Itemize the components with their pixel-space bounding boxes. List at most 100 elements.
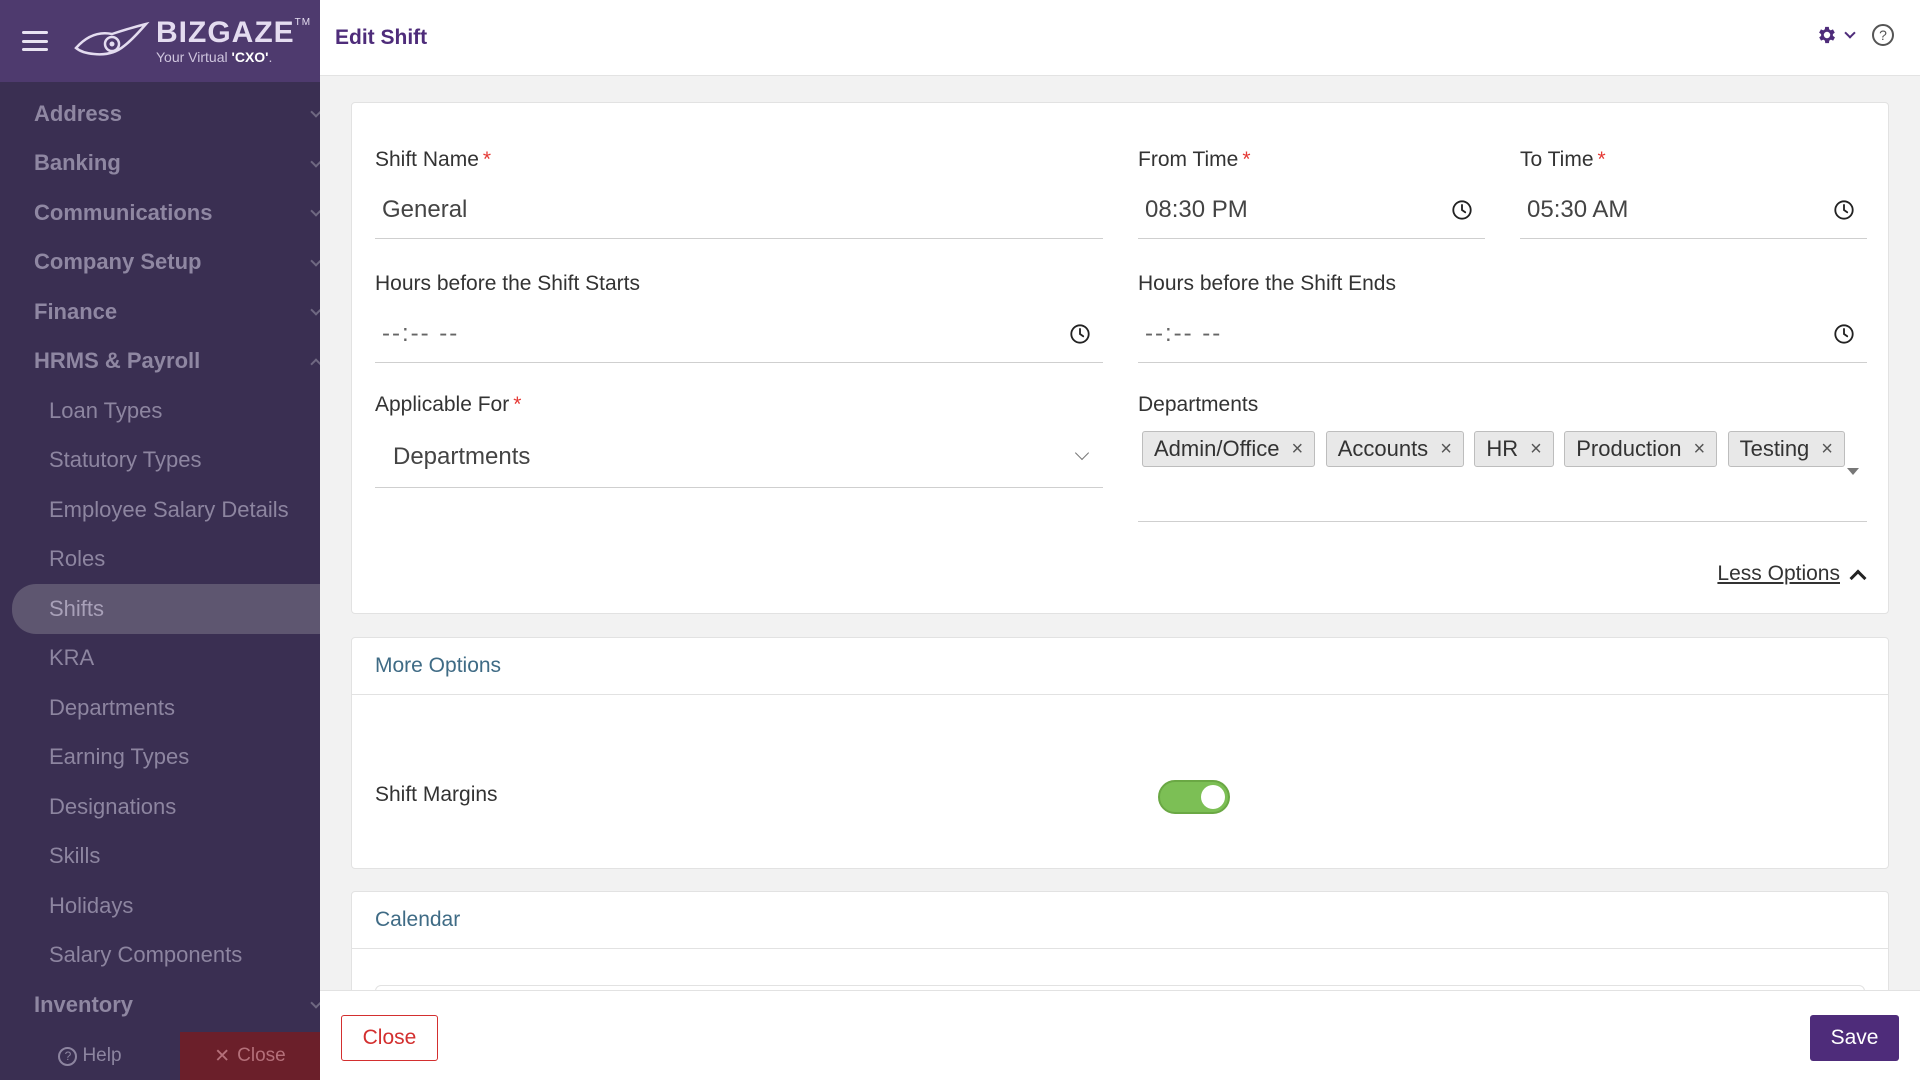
sidebar-item-earning-types[interactable]: Earning Types [0, 733, 320, 783]
clock-icon[interactable] [1833, 323, 1855, 345]
less-options-label: Less Options [1717, 562, 1840, 585]
applicable-for-select[interactable]: Departments [375, 426, 1103, 488]
tag-label: Accounts [1337, 436, 1429, 461]
from-time-input[interactable]: 08:30 PM [1138, 181, 1485, 239]
sidebar-item-holidays[interactable]: Holidays [0, 881, 320, 931]
question-icon[interactable]: ? [1872, 24, 1894, 46]
remove-tag-icon[interactable]: × [1821, 438, 1833, 461]
shift-margins-toggle[interactable] [1158, 780, 1230, 814]
tag-label: Testing [1739, 436, 1810, 461]
sidebar-item-address[interactable]: Address [0, 89, 320, 139]
hours-before-end-value: --:-- -- [1145, 319, 1223, 347]
sidebar-close-button[interactable]: ✕ Close [180, 1032, 320, 1080]
app-logo[interactable]: BIZGAZETM Your Virtual 'CXO'. [72, 18, 311, 64]
sidebar-item-label: Salary Components [49, 942, 243, 968]
sidebar-item-loan-types[interactable]: Loan Types [0, 386, 320, 436]
sidebar-item-label: Roles [49, 546, 106, 572]
sidebar-close-label: Close [237, 1045, 286, 1066]
hours-before-end-field: Hours before the Shift Ends --:-- -- [1138, 272, 1867, 364]
toggle-knob [1201, 785, 1225, 809]
save-button[interactable]: Save [1810, 1015, 1899, 1061]
sidebar-item-inventory[interactable]: Inventory [0, 980, 320, 1030]
to-time-input[interactable]: 05:30 AM [1520, 181, 1867, 239]
to-time-label: To Time [1520, 148, 1594, 171]
tag-label: HR [1486, 436, 1519, 461]
departments-multiselect[interactable]: Admin/Office × Accounts × HR × Production × … [1138, 426, 1867, 522]
tag-label: Admin/Office [1154, 436, 1280, 461]
shift-name-label: Shift Name [375, 148, 479, 171]
hours-before-start-input[interactable]: --:-- -- [375, 305, 1103, 363]
brand-name: BIZGAZE [156, 16, 295, 49]
sidebar-item-label: Departments [49, 694, 175, 720]
sidebar: BIZGAZETM Your Virtual 'CXO'. Address Ba… [0, 0, 320, 1080]
sidebar-item-label: Skills [49, 843, 101, 869]
sidebar-item-employee-salary-details[interactable]: Employee Salary Details [0, 485, 320, 535]
chevron-down-icon [1074, 445, 1090, 461]
applicable-for-field: Applicable For * Departments [375, 393, 1103, 489]
chevron-down-icon [310, 106, 320, 118]
sidebar-item-banking[interactable]: Banking [0, 139, 320, 189]
sidebar-item-departments[interactable]: Departments [0, 683, 320, 733]
remove-tag-icon[interactable]: × [1440, 438, 1452, 461]
applicable-for-label: Applicable For [375, 393, 510, 416]
shift-name-value: General [382, 195, 468, 223]
remove-tag-icon[interactable]: × [1530, 438, 1542, 461]
hamburger-icon[interactable] [22, 31, 48, 51]
to-time-value: 05:30 AM [1527, 195, 1629, 223]
from-time-field: From Time * 08:30 PM [1138, 148, 1485, 240]
close-button[interactable]: Close [341, 1015, 438, 1061]
tag-label: Production [1576, 436, 1682, 461]
logo-text: BIZGAZETM Your Virtual 'CXO'. [156, 16, 311, 65]
sidebar-item-designations[interactable]: Designations [0, 782, 320, 832]
chevron-down-icon[interactable] [1844, 27, 1856, 39]
gear-icon[interactable] [1816, 24, 1838, 46]
sidebar-item-communications[interactable]: Communications [0, 188, 320, 238]
chevron-down-icon [310, 304, 320, 316]
clock-icon[interactable] [1451, 199, 1473, 221]
hours-before-start-value: --:-- -- [382, 319, 460, 347]
tagline-highlight: 'CXO' [231, 49, 269, 65]
hours-before-start-label: Hours before the Shift Starts [375, 272, 640, 295]
sidebar-item-company-setup[interactable]: Company Setup [0, 238, 320, 288]
chevron-down-icon [310, 254, 320, 267]
sidebar-item-shifts[interactable]: Shifts [12, 584, 320, 634]
from-time-value: 08:30 PM [1145, 195, 1248, 223]
sidebar-item-label: HRMS & Payroll [34, 348, 201, 374]
chevron-up-icon [1849, 569, 1867, 587]
sidebar-item-label: Employee Salary Details [49, 496, 289, 522]
page-title: Edit Shift [335, 25, 428, 49]
form-footer: Close Save [320, 990, 1920, 1080]
sidebar-item-skills[interactable]: Skills [0, 832, 320, 882]
sidebar-item-kra[interactable]: KRA [0, 634, 320, 684]
sidebar-item-roles[interactable]: Roles [0, 535, 320, 585]
less-options-link[interactable]: Less Options [1717, 562, 1867, 587]
remove-tag-icon[interactable]: × [1292, 438, 1304, 461]
hours-before-end-input[interactable]: --:-- -- [1138, 305, 1867, 363]
departments-field: Departments Admin/Office × Accounts × HR × … [1138, 393, 1867, 533]
sidebar-footer: ? Help ✕ Close [0, 1032, 320, 1080]
sidebar-help-button[interactable]: ? Help [0, 1032, 180, 1080]
dropdown-arrow-icon[interactable] [1847, 468, 1859, 475]
more-options-title: More Options [352, 638, 1888, 695]
sidebar-item-hrms-payroll[interactable]: HRMS & Payroll [0, 337, 320, 387]
chevron-down-icon [310, 997, 320, 1009]
more-options-card: More Options Shift Margins [351, 637, 1889, 869]
sidebar-item-label: Address [34, 100, 123, 126]
sidebar-header: BIZGAZETM Your Virtual 'CXO'. [0, 0, 320, 82]
required-marker: * [513, 393, 522, 416]
sidebar-item-label: Holidays [49, 892, 134, 918]
sidebar-nav: Address Banking Communications Company S… [0, 89, 320, 1030]
sidebar-item-finance[interactable]: Finance [0, 287, 320, 337]
remove-tag-icon[interactable]: × [1693, 438, 1705, 461]
required-marker: * [1242, 148, 1251, 171]
shift-name-input[interactable]: General [375, 181, 1103, 239]
sidebar-item-label: Inventory [34, 991, 134, 1017]
clock-icon[interactable] [1069, 323, 1091, 345]
sidebar-item-statutory-types[interactable]: Statutory Types [0, 436, 320, 486]
sidebar-item-label: KRA [49, 645, 95, 671]
sidebar-item-label: Earning Types [49, 744, 190, 770]
sidebar-item-salary-components[interactable]: Salary Components [0, 931, 320, 981]
sidebar-item-label: Designations [49, 793, 177, 819]
close-icon: ✕ [214, 1045, 231, 1067]
clock-icon[interactable] [1833, 199, 1855, 221]
